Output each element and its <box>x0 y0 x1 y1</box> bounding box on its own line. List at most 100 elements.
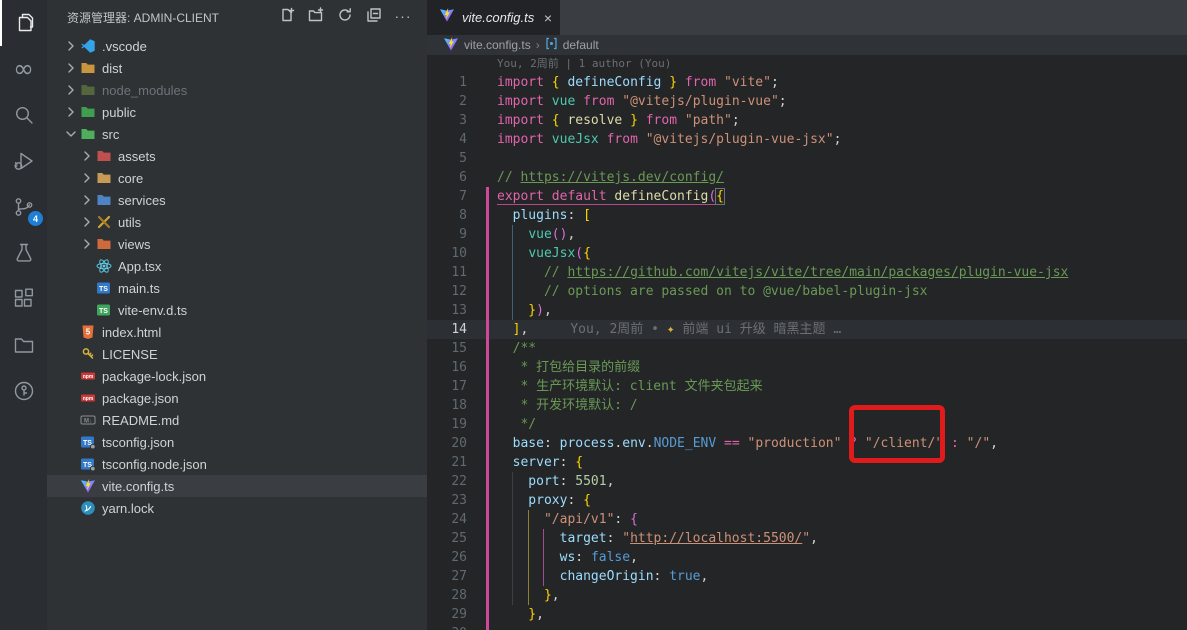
tree-item-.vscode[interactable]: .vscode <box>47 35 427 57</box>
code-line-1[interactable]: 1import { defineConfig } from "vite"; <box>427 73 1187 92</box>
code-line-8[interactable]: 8 plugins: [ <box>427 206 1187 225</box>
tree-item-yarn.lock[interactable]: yarn.lock <box>47 497 427 519</box>
tree-item-app.tsx[interactable]: App.tsx <box>47 255 427 277</box>
code-line-14[interactable]: 14 ],You, 2周前 • ✦ 前端 ui 升级 暗黑主题 … <box>427 320 1187 339</box>
new-file-button[interactable] <box>277 7 297 27</box>
activity-item-search[interactable] <box>0 92 47 138</box>
line-number: 9 <box>427 225 467 244</box>
line-number: 22 <box>427 472 467 491</box>
activity-item-explorer[interactable] <box>0 0 47 46</box>
tree-item-license[interactable]: LICENSE <box>47 343 427 365</box>
debug-icon <box>12 149 36 173</box>
tree-item-main.ts[interactable]: TSmain.ts <box>47 277 427 299</box>
tree-item-src[interactable]: src <box>47 123 427 145</box>
code-lines: 1import { defineConfig } from "vite";2im… <box>427 73 1187 630</box>
new-folder-button[interactable] <box>306 7 326 27</box>
code-line-26[interactable]: 26 ws: false, <box>427 548 1187 567</box>
codelens-authors[interactable]: You, 2周前 | 1 author (You) <box>427 55 1187 73</box>
tree-item-readme.md[interactable]: M↓README.md <box>47 409 427 431</box>
code-line-20[interactable]: 20 base: process.env.NODE_ENV == "produc… <box>427 434 1187 453</box>
tree-item-public[interactable]: public <box>47 101 427 123</box>
files-icon <box>13 11 37 35</box>
code-line-27[interactable]: 27 changeOrigin: true, <box>427 567 1187 586</box>
tree-item-services[interactable]: services <box>47 189 427 211</box>
tree-item-label: services <box>118 193 166 208</box>
line-number: 28 <box>427 586 467 605</box>
activity-item-project-folder[interactable] <box>0 322 47 368</box>
indent-guide <box>528 510 529 605</box>
activity-item-run-debug[interactable] <box>0 138 47 184</box>
code-line-23[interactable]: 23 proxy: { <box>427 491 1187 510</box>
code-line-12[interactable]: 12 // options are passed on to @vue/babe… <box>427 282 1187 301</box>
vite-icon <box>443 36 459 55</box>
tree-item-views[interactable]: views <box>47 233 427 255</box>
activity-item-source-control[interactable]: 4 <box>0 184 47 230</box>
code-line-9[interactable]: 9 vue(), <box>427 225 1187 244</box>
code-line-15[interactable]: 15 /** <box>427 339 1187 358</box>
ts-blue-icon: TS <box>95 280 113 296</box>
indent-guide <box>512 472 513 605</box>
code-line-24[interactable]: 24 "/api/v1": { <box>427 510 1187 529</box>
tab-vite-config[interactable]: vite.config.ts × <box>427 0 560 35</box>
code-line-22[interactable]: 22 port: 5501, <box>427 472 1187 491</box>
explorer-actions: ··· <box>277 7 413 27</box>
code-line-16[interactable]: 16 * 打包给目录的前缀 <box>427 358 1187 377</box>
code-line-21[interactable]: 21 server: { <box>427 453 1187 472</box>
breadcrumb-symbol[interactable]: default <box>563 38 599 52</box>
code-line-28[interactable]: 28 }, <box>427 586 1187 605</box>
folder-node-icon <box>79 82 97 98</box>
sparkle-icon: ✦ <box>667 322 675 337</box>
tree-item-package.json[interactable]: npmpackage.json <box>47 387 427 409</box>
code-line-10[interactable]: 10 vueJsx({ <box>427 244 1187 263</box>
tree-item-label: vite.config.ts <box>102 479 174 494</box>
code-line-7[interactable]: 7export default defineConfig({ <box>427 187 1187 206</box>
activity-item-extensions[interactable] <box>0 276 47 322</box>
tree-item-label: package-lock.json <box>102 369 206 384</box>
tree-item-label: .vscode <box>102 39 147 54</box>
code-line-13[interactable]: 13 }), <box>427 301 1187 320</box>
tree-item-label: README.md <box>102 413 179 428</box>
code-line-4[interactable]: 4import vueJsx from "@vitejs/plugin-vue-… <box>427 130 1187 149</box>
code-line-30[interactable]: 30 <box>427 624 1187 630</box>
code-editor[interactable]: You, 2周前 | 1 author (You) 1import { defi… <box>427 55 1187 630</box>
code-line-18[interactable]: 18 * 开发环境默认: / <box>427 396 1187 415</box>
code-line-3[interactable]: 3import { resolve } from "path"; <box>427 111 1187 130</box>
collapse-all-button[interactable] <box>364 7 384 27</box>
tree-item-vite-env.d.ts[interactable]: TSvite-env.d.ts <box>47 299 427 321</box>
code-line-17[interactable]: 17 * 生产环境默认: client 文件夹包起来 <box>427 377 1187 396</box>
code-line-2[interactable]: 2import vue from "@vitejs/plugin-vue"; <box>427 92 1187 111</box>
refresh-button[interactable] <box>335 7 355 27</box>
code-line-29[interactable]: 29 }, <box>427 605 1187 624</box>
folder-src-icon <box>79 126 97 142</box>
tree-item-package-lock.json[interactable]: npmpackage-lock.json <box>47 365 427 387</box>
svg-text:npm: npm <box>83 396 94 402</box>
tree-item-utils[interactable]: utils <box>47 211 427 233</box>
tree-item-tsconfig.json[interactable]: TStsconfig.json <box>47 431 427 453</box>
vite-icon <box>79 478 97 494</box>
tree-item-vite.config.ts[interactable]: vite.config.ts <box>47 475 427 497</box>
code-line-11[interactable]: 11 // https://github.com/vitejs/vite/tre… <box>427 263 1187 282</box>
tree-item-label: public <box>102 105 136 120</box>
code-line-5[interactable]: 5 <box>427 149 1187 168</box>
chevron-right-icon <box>63 60 79 76</box>
code-line-6[interactable]: 6// https://vitejs.dev/config/ <box>427 168 1187 187</box>
code-line-19[interactable]: 19 */ <box>427 415 1187 434</box>
tree-item-dist[interactable]: dist <box>47 57 427 79</box>
line-number: 12 <box>427 282 467 301</box>
extensions-icon <box>12 287 36 311</box>
tsconfig-icon: TS <box>79 456 97 472</box>
close-icon[interactable]: × <box>544 11 552 25</box>
yarn-icon <box>79 500 97 516</box>
tree-item-node-modules[interactable]: node_modules <box>47 79 427 101</box>
tree-item-core[interactable]: core <box>47 167 427 189</box>
more-actions-button[interactable]: ··· <box>393 7 413 27</box>
breadcrumb-file[interactable]: vite.config.ts <box>464 38 531 52</box>
activity-item-gitlens[interactable] <box>0 368 47 414</box>
tree-item-assets[interactable]: assets <box>47 145 427 167</box>
activity-item-infinity[interactable]: ∞ <box>0 46 47 92</box>
code-line-25[interactable]: 25 target: "http://localhost:5500/", <box>427 529 1187 548</box>
tree-item-tsconfig.node.json[interactable]: TStsconfig.node.json <box>47 453 427 475</box>
line-number: 30 <box>427 624 467 630</box>
tree-item-index.html[interactable]: 5index.html <box>47 321 427 343</box>
activity-item-testing[interactable] <box>0 230 47 276</box>
